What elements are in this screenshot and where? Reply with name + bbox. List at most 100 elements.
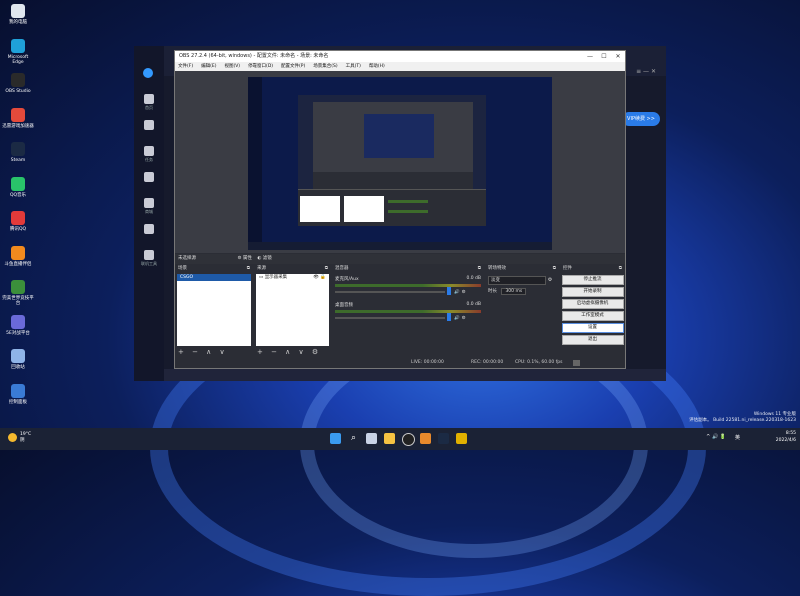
desktop-icon[interactable]: 5E对战平台 <box>2 314 34 336</box>
source-toolbar: 未选择源 ⚙ 属性 ◐ 滤镜 <box>175 254 625 264</box>
menu-item[interactable]: 场景集合(S) <box>313 62 337 71</box>
obs-window: OBS 27.2.4 (64-bit, windows) - 配置文件: 未命名… <box>174 50 626 369</box>
track-name: 麦克风/Aux <box>335 277 359 282</box>
rail-item[interactable]: 商城 <box>140 198 158 215</box>
slider-handle[interactable] <box>447 287 451 295</box>
menu-item[interactable]: 配置文件(P) <box>281 62 305 71</box>
desktop-icon[interactable]: 斗鱼直播伴侣 <box>2 245 34 267</box>
desktop-icon[interactable]: 控制面板 <box>2 383 34 405</box>
vip-renew-button[interactable]: VIP续费 >> <box>622 112 660 126</box>
gear-icon[interactable]: ⚙ <box>237 256 241 261</box>
desktop-icon[interactable]: Microsoft Edge <box>2 38 34 65</box>
search-icon[interactable]: ⌕ <box>348 433 359 444</box>
gear-icon[interactable]: ⚙ <box>462 316 466 321</box>
desktop-icon[interactable]: QQ音乐 <box>2 176 34 198</box>
app-icon <box>11 314 25 329</box>
rail-icon <box>144 198 154 208</box>
desktop-icon[interactable]: 回收站 <box>2 349 34 370</box>
controls-header: 控件 <box>563 266 572 271</box>
back-circle-icon[interactable] <box>143 68 153 78</box>
desktop-icon-label: 完美世界竞技平台 <box>2 296 34 306</box>
speaker-icon[interactable]: 🔊 <box>454 316 460 321</box>
desktop-icon[interactable]: 我的电脑 <box>2 4 34 25</box>
tray-icons[interactable]: ^ 🔊 🔋 <box>706 434 726 440</box>
weather-desc[interactable]: 阴 <box>20 438 31 444</box>
rail-item[interactable]: 任务 <box>140 146 158 163</box>
menu-item[interactable]: 文件(F) <box>178 62 193 71</box>
volume-slider[interactable] <box>335 317 445 319</box>
rail-item[interactable]: 首页 <box>140 94 158 111</box>
csgo-taskbar-icon[interactable] <box>456 433 467 444</box>
control-button[interactable]: 工作室模式 <box>561 311 624 321</box>
desktop-icon[interactable]: 迅雷游戏加速器 <box>2 107 34 129</box>
undock-icon[interactable]: ⧉ <box>478 264 481 273</box>
duration-field[interactable]: 300 ms <box>501 288 527 295</box>
task-view-icon[interactable] <box>366 433 377 444</box>
control-button[interactable]: 退出 <box>561 335 624 345</box>
desktop-icon[interactable]: 腾讯QQ <box>2 211 34 232</box>
filter-icon[interactable]: ◐ <box>257 256 261 261</box>
ime-indicator[interactable]: 英 <box>735 434 740 441</box>
start-icon[interactable] <box>330 433 341 444</box>
transitions-header: 转场特效 <box>488 266 506 271</box>
control-button[interactable]: 启动虚拟摄像机 <box>561 299 624 309</box>
menu-item[interactable]: 编辑(E) <box>201 62 216 71</box>
properties-button[interactable]: 属性 <box>243 256 252 261</box>
minimize-icon[interactable]: — <box>583 51 597 62</box>
control-button[interactable]: 开始录制 <box>561 287 624 297</box>
menu-item[interactable]: 停靠窗口(D) <box>248 62 273 71</box>
transition-select[interactable]: 淡变 <box>488 276 546 285</box>
control-button[interactable]: 设置 <box>561 323 624 333</box>
track-name: 桌面音频 <box>335 303 353 308</box>
mixer-header: 混音器 <box>335 266 349 271</box>
scenes-toolbar[interactable]: + − ∧ ∨ <box>178 348 228 356</box>
control-button[interactable]: 停止推流 <box>561 275 624 285</box>
slider-handle[interactable] <box>447 313 451 321</box>
app-icon <box>11 383 25 398</box>
rail-item[interactable] <box>140 224 158 235</box>
app-icon <box>11 349 25 363</box>
file-explorer-icon[interactable] <box>384 433 395 444</box>
desktop-icon-label: 控制面板 <box>9 399 27 405</box>
gear-icon[interactable]: ⚙ <box>548 277 552 283</box>
volume-slider[interactable] <box>335 291 445 293</box>
clock[interactable]: 8:55 2022/4/6 <box>776 430 796 444</box>
weather-icon[interactable] <box>8 433 17 442</box>
menu-item[interactable]: 视图(V) <box>224 62 240 71</box>
undock-icon[interactable]: ⧉ <box>619 264 622 273</box>
maximize-icon[interactable]: ☐ <box>597 51 611 62</box>
source-item[interactable]: ▭ 显示器采集 👁 🔒 <box>256 274 329 281</box>
rail-item[interactable] <box>140 172 158 183</box>
obs-statusbar: LIVE: 00:00:00 REC: 00:00:00 CPU: 0.1%, … <box>175 358 625 368</box>
filters-button[interactable]: 滤镜 <box>263 256 272 261</box>
mixer-track: 麦克风/Aux 0.0 dB 🔊 ⚙ <box>332 274 484 300</box>
rail-item[interactable]: 联机工具 <box>140 250 158 267</box>
obs-preview[interactable] <box>175 71 625 253</box>
controls-dock: 控件 ⧉ 停止推流开始录制启动虚拟摄像机 工作室模式设置退出 <box>560 264 625 358</box>
scene-item[interactable]: CSGO <box>177 274 251 281</box>
rail-icon <box>144 250 154 260</box>
douyu-taskbar-icon[interactable] <box>420 433 431 444</box>
desktop-icon[interactable]: Steam <box>2 142 34 163</box>
menu-item[interactable]: 帮助(H) <box>369 62 385 71</box>
gear-icon[interactable]: ⚙ <box>462 290 466 295</box>
undock-icon[interactable]: ⧉ <box>553 264 556 273</box>
menu-item[interactable]: 工具(T) <box>346 62 361 71</box>
rail-item[interactable] <box>140 120 158 131</box>
steam-taskbar-icon[interactable] <box>438 433 449 444</box>
rail-item-label: 首页 <box>145 105 153 110</box>
sources-toolbar[interactable]: + − ∧ ∨ ⚙ <box>257 348 321 356</box>
undock-icon[interactable]: ⧉ <box>325 264 328 273</box>
obs-taskbar-icon[interactable] <box>402 433 415 446</box>
eye-lock-icons[interactable]: 👁 🔒 <box>313 274 329 281</box>
sources-header: 来源 <box>257 266 266 271</box>
cpu-fps: CPU: 0.1%, 60.00 fps <box>515 360 563 365</box>
close-icon[interactable]: ✕ <box>611 51 625 62</box>
desktop-icon[interactable]: OBS Studio <box>2 73 34 94</box>
rail-item-label: 联机工具 <box>141 261 157 266</box>
preview-scene-nested-2 <box>298 95 486 226</box>
undock-icon[interactable]: ⧉ <box>247 264 250 273</box>
app-window-controls[interactable]: ≡ — ✕ <box>636 68 656 75</box>
speaker-icon[interactable]: 🔊 <box>454 290 460 295</box>
desktop-icon[interactable]: 完美世界竞技平台 <box>2 280 34 306</box>
